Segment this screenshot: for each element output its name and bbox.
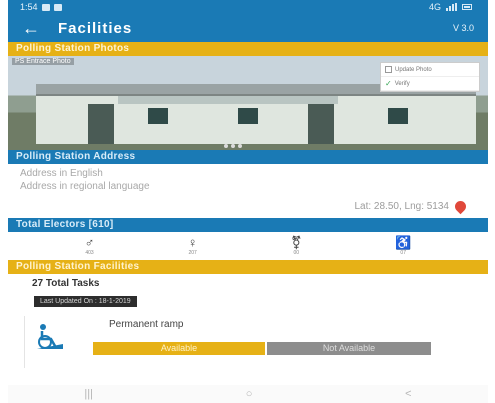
battery-icon — [462, 4, 472, 10]
network-label: 4G — [428, 2, 441, 12]
map-pin-icon[interactable] — [452, 198, 469, 215]
available-button[interactable]: Available — [93, 342, 265, 355]
polling-station-photo[interactable]: PS Entrace Photo Update Photo ✓ Verify — [8, 56, 488, 150]
arrow-left-icon[interactable]: ← — [22, 19, 52, 37]
page-title: Facilities — [58, 19, 133, 37]
system-nav-bar: ||| ○ < — [8, 385, 488, 403]
electors-row: ♂ 403 ♀ 207 ⚧ 00 ♿ 07 — [8, 232, 488, 260]
section-header-electors: Total Electors [610] — [8, 218, 488, 232]
elector-male: ♂ 403 — [84, 235, 95, 257]
address-regional: Address in regional language — [20, 181, 150, 192]
phone-screen: 1:54 4G ← Facilities V 3.0 Polling Stati… — [8, 0, 488, 403]
verify-card: Update Photo ✓ Verify — [380, 62, 480, 92]
facility-item: Permanent ramp Available Not Available — [24, 316, 484, 368]
total-tasks: 27 Total Tasks — [32, 278, 100, 289]
notification-icon — [41, 3, 50, 11]
section-header-facilities: Polling Station Facilities — [8, 260, 488, 274]
section-header-address: Polling Station Address — [8, 150, 488, 164]
checkbox-icon — [385, 66, 392, 73]
third-gender-icon: ⚧ — [290, 235, 302, 250]
status-time: 1:54 — [20, 2, 38, 12]
address-english: Address in English — [20, 168, 103, 179]
version-label: V 3.0 — [452, 23, 474, 33]
verify-option[interactable]: ✓ Verify — [381, 77, 479, 91]
recent-apps-icon[interactable]: ||| — [84, 388, 93, 400]
photo-pager — [224, 144, 242, 148]
back-nav-icon[interactable]: < — [405, 388, 411, 400]
status-bar: 1:54 4G — [8, 0, 488, 14]
notification-icon — [53, 3, 62, 11]
elector-third-gender: ⚧ 00 — [290, 235, 302, 257]
ramp-icon — [37, 324, 63, 349]
elector-female: ♀ 207 — [187, 235, 198, 257]
last-updated-badge: Last Updated On : 18-1-2019 — [34, 296, 137, 307]
facility-name: Permanent ramp — [109, 319, 184, 330]
section-header-photos: Polling Station Photos — [8, 42, 488, 56]
app-bar: ← Facilities V 3.0 — [8, 14, 488, 42]
check-icon: ✓ — [385, 79, 392, 88]
signal-icon — [446, 3, 457, 11]
update-photo-option[interactable]: Update Photo — [381, 63, 479, 77]
not-available-button[interactable]: Not Available — [267, 342, 431, 355]
male-icon: ♂ — [84, 235, 95, 250]
pwd-icon: ♿ — [395, 235, 412, 250]
lat-lng-text: Lat: 28.50, Lng: 5134 — [354, 201, 449, 212]
address-block: Address in English Address in regional l… — [8, 164, 488, 218]
female-icon: ♀ — [187, 235, 198, 250]
photo-label: PS Entrace Photo — [12, 58, 74, 65]
elector-pwd: ♿ 07 — [395, 235, 412, 257]
home-icon[interactable]: ○ — [246, 388, 253, 400]
